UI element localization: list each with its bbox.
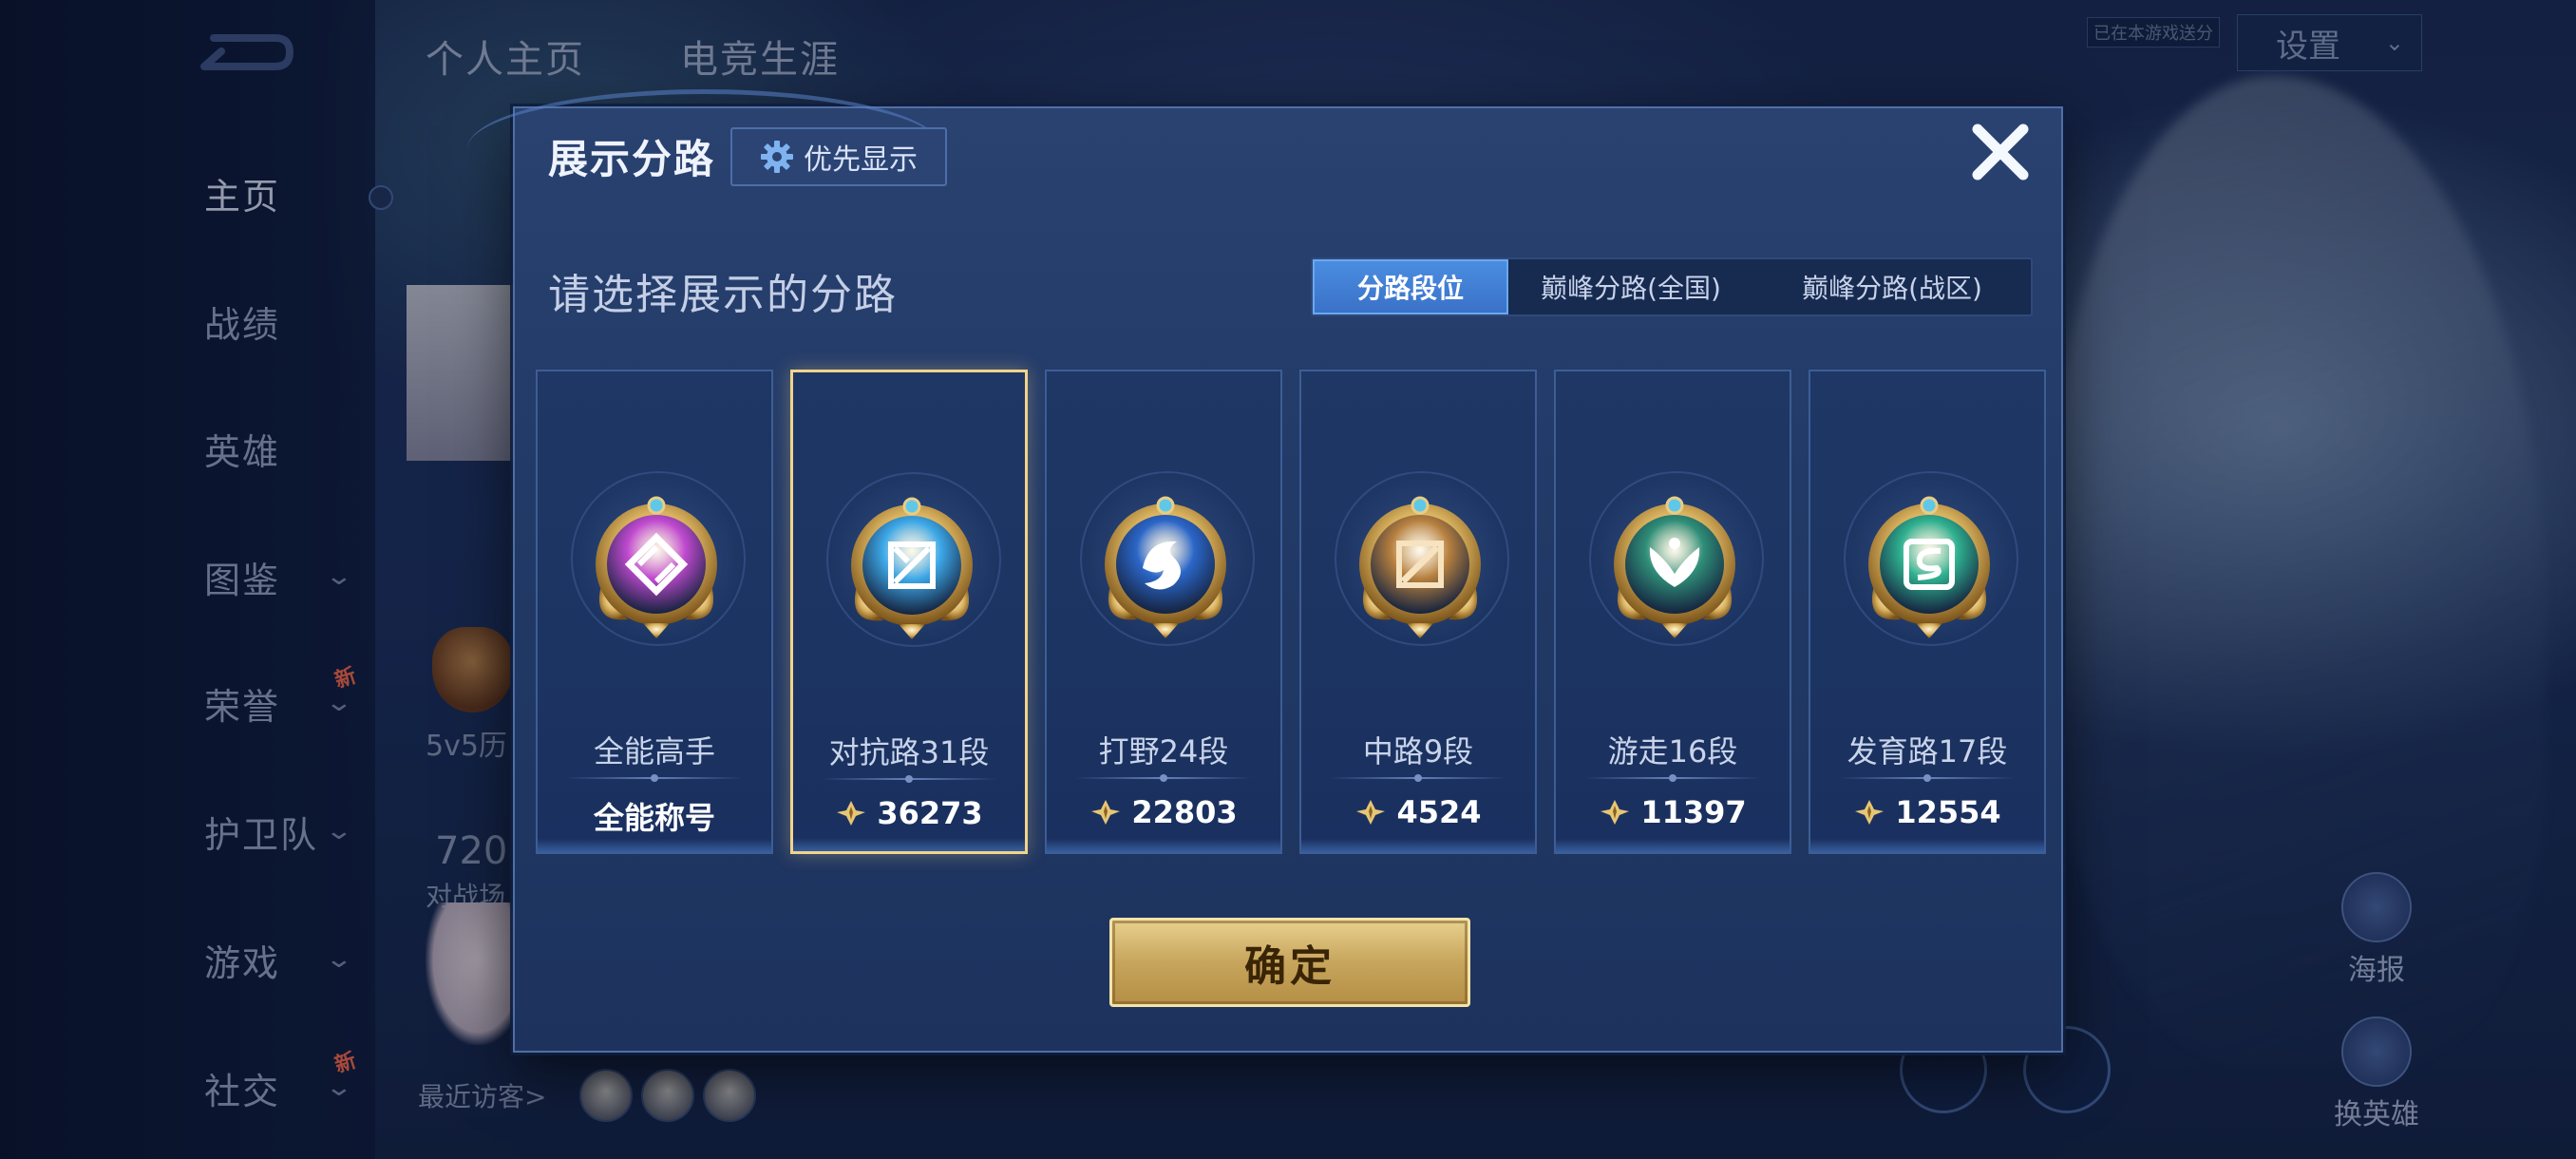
lane-score: 22803 [1047, 794, 1280, 830]
lane-card[interactable]: 中路9段 4524 [1299, 370, 1537, 854]
lane-score-value: 22803 [1131, 794, 1238, 830]
peak-score-icon [1091, 800, 1121, 825]
peak-score-icon [1356, 800, 1386, 825]
lane-name: 打野24段 [1098, 733, 1229, 770]
card-glow [1301, 839, 1535, 852]
clash-lane-emblem-icon [828, 482, 995, 649]
lane-name: 对抗路31段 [828, 734, 990, 770]
lane-score: 12554 [1810, 794, 2044, 830]
priority-display-label: 优先显示 [804, 143, 918, 177]
divider [1584, 774, 1761, 782]
close-icon[interactable] [1966, 118, 2035, 186]
peak-score-icon [1855, 800, 1885, 825]
divider [1839, 774, 2016, 782]
lane-score-value: 4524 [1396, 794, 1482, 830]
card-glow [793, 838, 1025, 851]
dialog-subtitle: 请选择展示的分路 [548, 271, 898, 319]
confirm-label: 确定 [1244, 942, 1335, 991]
lane-score: 36273 [793, 795, 1025, 831]
card-glow [1556, 839, 1790, 852]
farm-lane-emblem-icon [1846, 481, 2013, 648]
mid-lane-emblem-icon [1336, 481, 1504, 648]
divider [1075, 774, 1252, 782]
lane-name: 中路9段 [1362, 733, 1474, 770]
lane-score-value: 11397 [1640, 794, 1747, 830]
lane-score-value: 36273 [877, 795, 983, 831]
lane-name: 全能高手 [593, 733, 715, 770]
lane-card[interactable]: 游走16段 11397 [1554, 370, 1791, 854]
lane-card[interactable]: 对抗路31段 36273 [790, 370, 1028, 854]
peak-score-icon [1601, 800, 1630, 825]
card-glow [538, 839, 771, 852]
tab-peak-lane-region[interactable]: 巅峰分路(战区) [1753, 259, 2031, 314]
lane-type-tabs: 分路段位 巅峰分路(全国) 巅峰分路(战区) [1311, 257, 2033, 316]
jungle-emblem-icon [1082, 481, 1249, 648]
divider [822, 775, 996, 783]
lane-score-value: 全能称号 [593, 800, 715, 836]
lane-display-dialog: 展示分路 优先显示 请选择展示的分路 分路段位 巅峰分路(全国) 巅峰分路(战区… [467, 89, 2063, 1053]
lane-name: 游走16段 [1607, 733, 1738, 770]
lane-score: 11397 [1556, 794, 1790, 830]
roam-emblem-icon [1591, 481, 1758, 648]
peak-score-icon [837, 801, 866, 826]
dialog-title: 展示分路 [548, 136, 716, 182]
divider [566, 774, 743, 782]
lane-score-value: 12554 [1895, 794, 2001, 830]
lane-card[interactable]: 打野24段 22803 [1045, 370, 1282, 854]
card-glow [1047, 839, 1280, 852]
divider [1330, 774, 1506, 782]
lane-card[interactable]: 发育路17段 12554 [1809, 370, 2046, 854]
gear-icon [761, 141, 793, 173]
tab-peak-lane-national[interactable]: 巅峰分路(全国) [1508, 259, 1753, 314]
confirm-button[interactable]: 确定 [1109, 918, 1470, 1007]
lane-name: 发育路17段 [1847, 733, 2008, 770]
lane-score: 4524 [1301, 794, 1535, 830]
lane-card[interactable]: 全能高手 全能称号 [536, 370, 773, 854]
card-glow [1810, 839, 2044, 852]
all-round-emblem-icon [573, 481, 740, 648]
tab-lane-rank[interactable]: 分路段位 [1313, 259, 1508, 314]
lane-score: 全能称号 [538, 794, 771, 838]
priority-display-button[interactable]: 优先显示 [730, 127, 947, 186]
